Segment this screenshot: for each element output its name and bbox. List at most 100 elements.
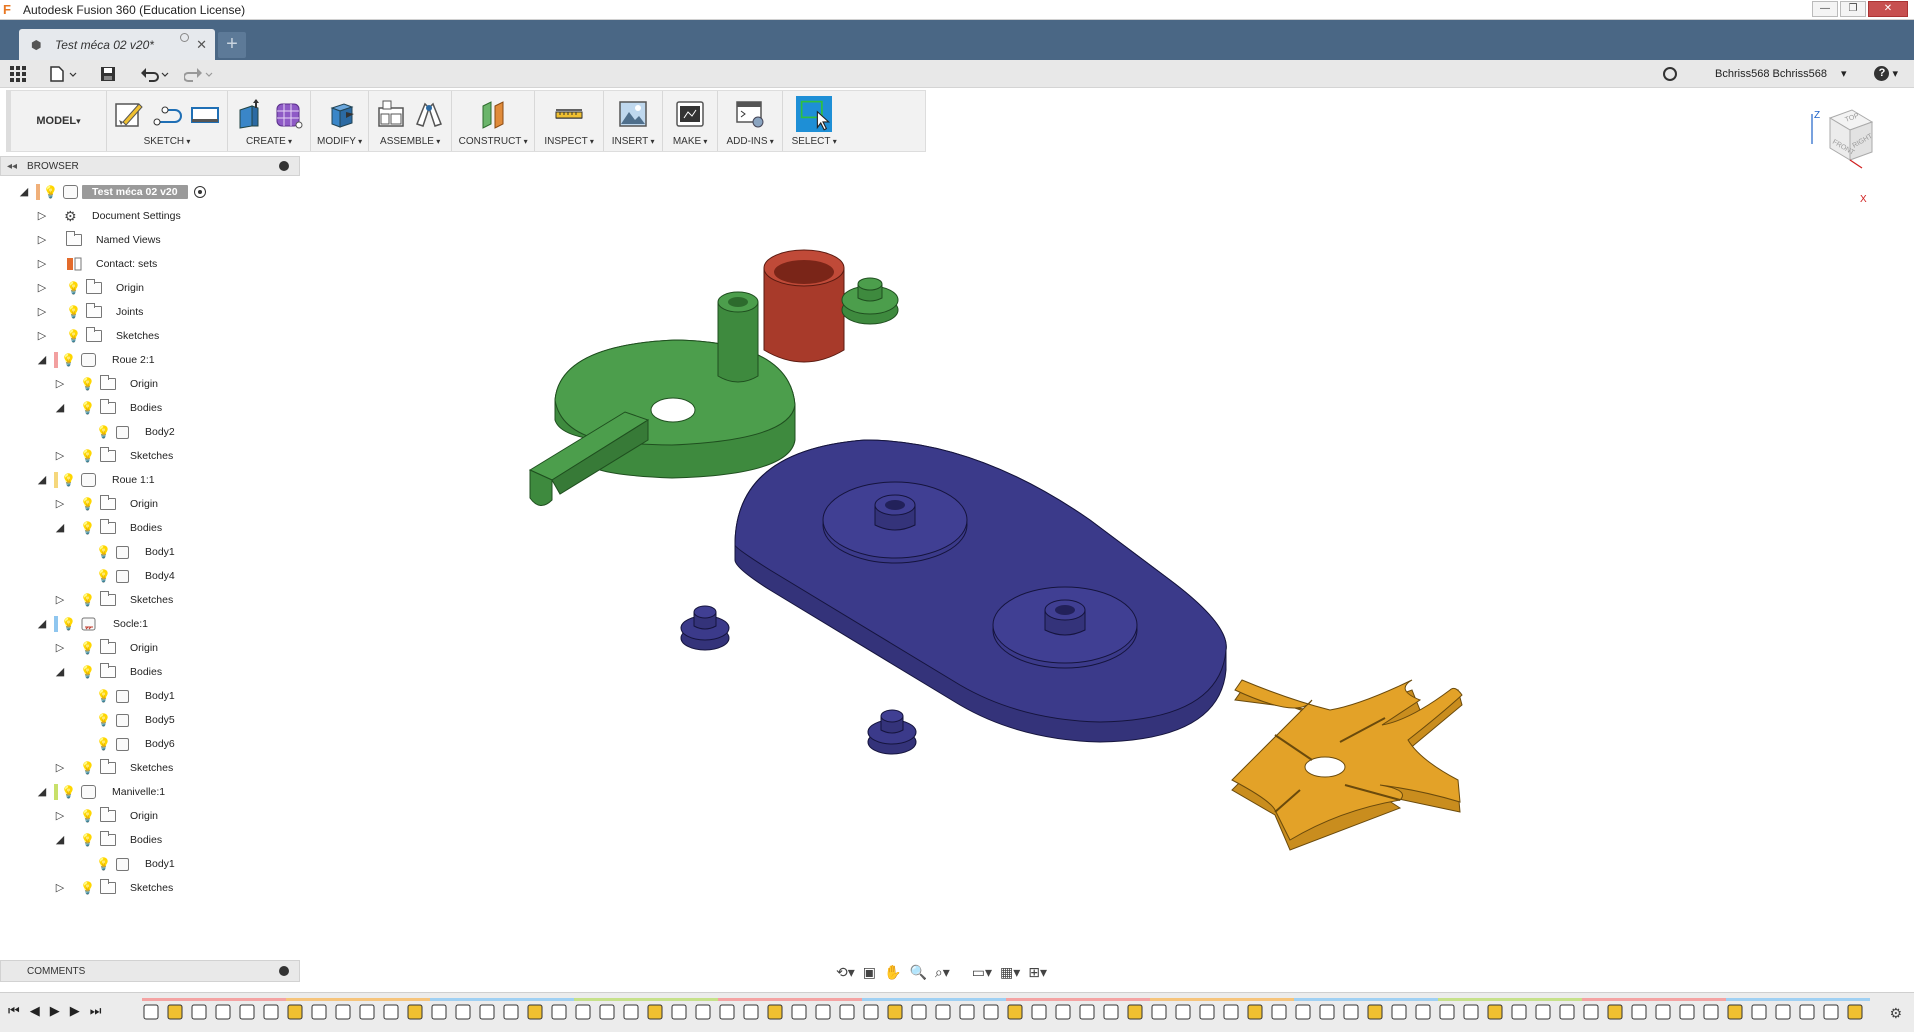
tree-item-sketches[interactable]: ▷ 💡 Sketches xyxy=(54,758,177,778)
tree-item-component-manivelle[interactable]: ◢ 💡 Manivelle:1 xyxy=(36,782,169,802)
expand-triangle-icon[interactable]: ▷ xyxy=(54,642,66,654)
joint-icon[interactable] xyxy=(413,98,445,130)
timeline-feature-icon[interactable] xyxy=(935,1004,951,1020)
expand-triangle-icon[interactable]: ▷ xyxy=(36,210,48,222)
tree-item-bodies[interactable]: ◢ 💡 Bodies xyxy=(54,398,166,418)
tree-item-body[interactable]: 💡 Body5 xyxy=(96,710,179,730)
timeline-feature-icon[interactable] xyxy=(1655,1004,1671,1020)
pan-icon[interactable]: ✋ xyxy=(884,964,901,981)
blue-base-plate-part[interactable] xyxy=(734,439,1227,743)
close-window-button[interactable]: ✕ xyxy=(1868,1,1908,17)
visibility-bulb-off-icon[interactable]: 💡 xyxy=(66,305,81,319)
timeline-feature-icon[interactable] xyxy=(815,1004,831,1020)
timeline-feature-icon[interactable] xyxy=(431,1004,447,1020)
timeline-feature-icon[interactable] xyxy=(623,1004,639,1020)
timeline-feature-icon[interactable] xyxy=(215,1004,231,1020)
timeline-feature-icon[interactable] xyxy=(1079,1004,1095,1020)
zoom-icon[interactable]: 🔍 xyxy=(909,964,926,981)
timeline-feature-icon[interactable] xyxy=(1679,1004,1695,1020)
tree-item-body[interactable]: 💡 Body4 xyxy=(96,566,179,586)
step-forward-icon[interactable]: ▶ xyxy=(70,1003,80,1019)
add-comment-icon[interactable] xyxy=(279,966,289,976)
step-back-icon[interactable]: ◀ xyxy=(30,1003,40,1019)
timeline-feature-icon[interactable] xyxy=(527,1004,543,1020)
timeline-feature-icon[interactable] xyxy=(1367,1004,1383,1020)
timeline-feature-icon[interactable] xyxy=(143,1004,159,1020)
timeline-feature-icon[interactable] xyxy=(1631,1004,1647,1020)
timeline-feature-icon[interactable] xyxy=(1175,1004,1191,1020)
maximize-button[interactable]: ❐ xyxy=(1840,1,1866,17)
expand-triangle-icon[interactable]: ▷ xyxy=(54,810,66,822)
visibility-bulb-icon[interactable]: 💡 xyxy=(66,329,81,343)
make-menu[interactable]: MAKE xyxy=(673,133,708,151)
tree-item-body[interactable]: 💡 Body2 xyxy=(96,422,179,442)
timeline-feature-icon[interactable] xyxy=(647,1004,663,1020)
timeline-feature-icon[interactable] xyxy=(551,1004,567,1020)
tree-item-component-roue-1[interactable]: ◢ 💡 Roue 1:1 xyxy=(36,470,159,490)
collapse-triangle-icon[interactable]: ◢ xyxy=(36,354,48,366)
redo-icon[interactable] xyxy=(184,66,214,82)
expand-triangle-icon[interactable]: ▷ xyxy=(36,330,48,342)
help-menu[interactable]: ? ▾ xyxy=(1874,66,1898,81)
visibility-bulb-icon[interactable]: 💡 xyxy=(96,689,111,703)
timeline-feature-icon[interactable] xyxy=(479,1004,495,1020)
collapse-triangle-icon[interactable]: ◢ xyxy=(36,786,48,798)
browser-pin-icon[interactable] xyxy=(279,161,289,171)
timeline-feature-icon[interactable] xyxy=(575,1004,591,1020)
timeline-feature-icon[interactable] xyxy=(887,1004,903,1020)
visibility-bulb-icon[interactable]: 💡 xyxy=(96,713,111,727)
expand-triangle-icon[interactable]: ▷ xyxy=(36,282,48,294)
expand-triangle-icon[interactable]: ▷ xyxy=(36,234,48,246)
file-icon[interactable] xyxy=(50,66,78,82)
visibility-bulb-icon[interactable]: 💡 xyxy=(80,401,95,415)
tree-item-bodies[interactable]: ◢ 💡 Bodies xyxy=(54,662,166,682)
timeline-feature-icon[interactable] xyxy=(839,1004,855,1020)
extrude-icon[interactable] xyxy=(234,98,266,130)
line-icon[interactable] xyxy=(151,98,183,130)
visibility-bulb-off-icon[interactable]: 💡 xyxy=(80,809,95,823)
visibility-bulb-off-icon[interactable]: 💡 xyxy=(80,377,95,391)
orange-maltese-cross-part[interactable] xyxy=(1231,679,1463,851)
visibility-bulb-icon[interactable]: 💡 xyxy=(43,185,58,199)
measure-icon[interactable] xyxy=(553,98,585,130)
visibility-bulb-icon[interactable]: 💡 xyxy=(96,569,111,583)
go-to-end-icon[interactable]: ⏭ xyxy=(90,1003,102,1019)
3d-viewport[interactable] xyxy=(300,160,1914,960)
collapse-triangle-icon[interactable]: ◢ xyxy=(18,186,30,198)
construct-menu[interactable]: CONSTRUCT xyxy=(459,133,528,151)
press-pull-icon[interactable] xyxy=(324,98,356,130)
inspect-menu[interactable]: INSPECT xyxy=(544,133,594,151)
visibility-bulb-icon[interactable]: 💡 xyxy=(80,593,95,607)
timeline-feature-icon[interactable] xyxy=(1463,1004,1479,1020)
timeline-feature-icon[interactable] xyxy=(1511,1004,1527,1020)
go-to-start-icon[interactable]: ⏮ xyxy=(8,1003,20,1019)
tree-item-origin[interactable]: ▷ 💡 Origin xyxy=(36,278,148,298)
tree-item-body[interactable]: 💡 Body6 xyxy=(96,734,179,754)
tree-item-origin[interactable]: ▷ 💡 Origin xyxy=(54,638,162,658)
tree-item-named-views[interactable]: ▷ Named Views xyxy=(36,230,165,250)
timeline-feature-icon[interactable] xyxy=(1127,1004,1143,1020)
timeline-feature-icon[interactable] xyxy=(1583,1004,1599,1020)
green-crank-part[interactable] xyxy=(528,291,796,506)
visibility-bulb-icon[interactable]: 💡 xyxy=(80,449,95,463)
timeline-feature-icon[interactable] xyxy=(1199,1004,1215,1020)
timeline-feature-icon[interactable] xyxy=(743,1004,759,1020)
green-knob-part[interactable] xyxy=(841,277,899,325)
visibility-bulb-icon[interactable]: 💡 xyxy=(61,353,76,367)
timeline-feature-icon[interactable] xyxy=(1319,1004,1335,1020)
timeline-feature-icon[interactable] xyxy=(599,1004,615,1020)
visibility-bulb-icon[interactable]: 💡 xyxy=(80,881,95,895)
tree-item-component-roue-2[interactable]: ◢ 💡 Roue 2:1 xyxy=(36,350,159,370)
create-menu[interactable]: CREATE xyxy=(246,133,292,151)
timeline-feature-icon[interactable] xyxy=(1823,1004,1839,1020)
browser-root-row[interactable]: ◢ 💡 Test méca 02 v20 xyxy=(18,182,206,202)
blue-knob-part[interactable] xyxy=(680,605,730,651)
look-at-icon[interactable]: ▣ xyxy=(863,964,876,981)
timeline-feature-icon[interactable] xyxy=(1007,1004,1023,1020)
tree-item-body[interactable]: 💡 Body1 xyxy=(96,854,179,874)
visibility-bulb-icon[interactable]: 💡 xyxy=(80,521,95,535)
collapse-triangle-icon[interactable]: ◢ xyxy=(54,666,66,678)
document-tab[interactable]: ⬢ Test méca 02 v20* ✕ xyxy=(19,29,215,60)
timeline-feature-icon[interactable] xyxy=(1415,1004,1431,1020)
timeline-feature-icon[interactable] xyxy=(1223,1004,1239,1020)
